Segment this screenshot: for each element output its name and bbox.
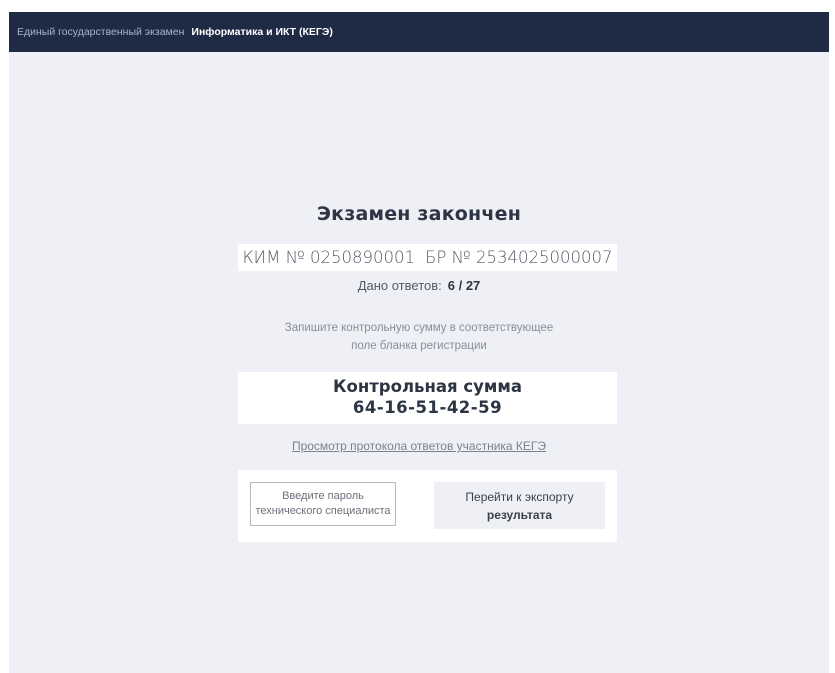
instruction-line-2: поле бланка регистрации — [351, 340, 487, 352]
exam-breadcrumb: Единый государственный экзамен — [17, 26, 185, 38]
app-window: Единый государственный экзамен Информати… — [9, 12, 829, 673]
answers-summary: Дано ответов: 6 / 27 — [9, 278, 829, 293]
kim-info-box: КИМ № 0250890001 БР № 2534025000007 — [238, 244, 617, 271]
page-title: Экзамен закончен — [316, 203, 522, 225]
view-protocol-link[interactable]: Просмотр протокола ответов участника КЕГ… — [9, 439, 829, 453]
answers-label: Дано ответов: — [357, 278, 442, 293]
export-results-button[interactable]: Перейти к экспорту результата — [434, 482, 605, 529]
export-label-line-2: результата — [486, 507, 553, 522]
export-label-line-1: Перейти к экспорту — [465, 489, 574, 504]
checksum-value: 64-16-51-42-59 — [352, 398, 503, 417]
exam-subject: Информатика и ИКТ (КЕГЭ) — [191, 26, 333, 38]
br-number: БР № 2534025000007 — [425, 248, 613, 267]
answers-count: 6 / 27 — [447, 278, 481, 293]
kim-number: КИМ № 0250890001 — [242, 248, 416, 267]
tech-password-input[interactable]: Введите пароль технического специалиста — [250, 482, 396, 526]
checksum-instruction: Запишите контрольную сумму в соответству… — [9, 319, 829, 355]
checksum-box: Контрольная сумма 64-16-51-42-59 — [238, 372, 617, 424]
header-bar: Единый государственный экзамен Информати… — [9, 12, 829, 52]
instruction-line-1: Запишите контрольную сумму в соответству… — [284, 322, 554, 334]
checksum-label: Контрольная сумма — [333, 377, 522, 396]
actions-panel: Введите пароль технического специалиста … — [238, 470, 617, 542]
